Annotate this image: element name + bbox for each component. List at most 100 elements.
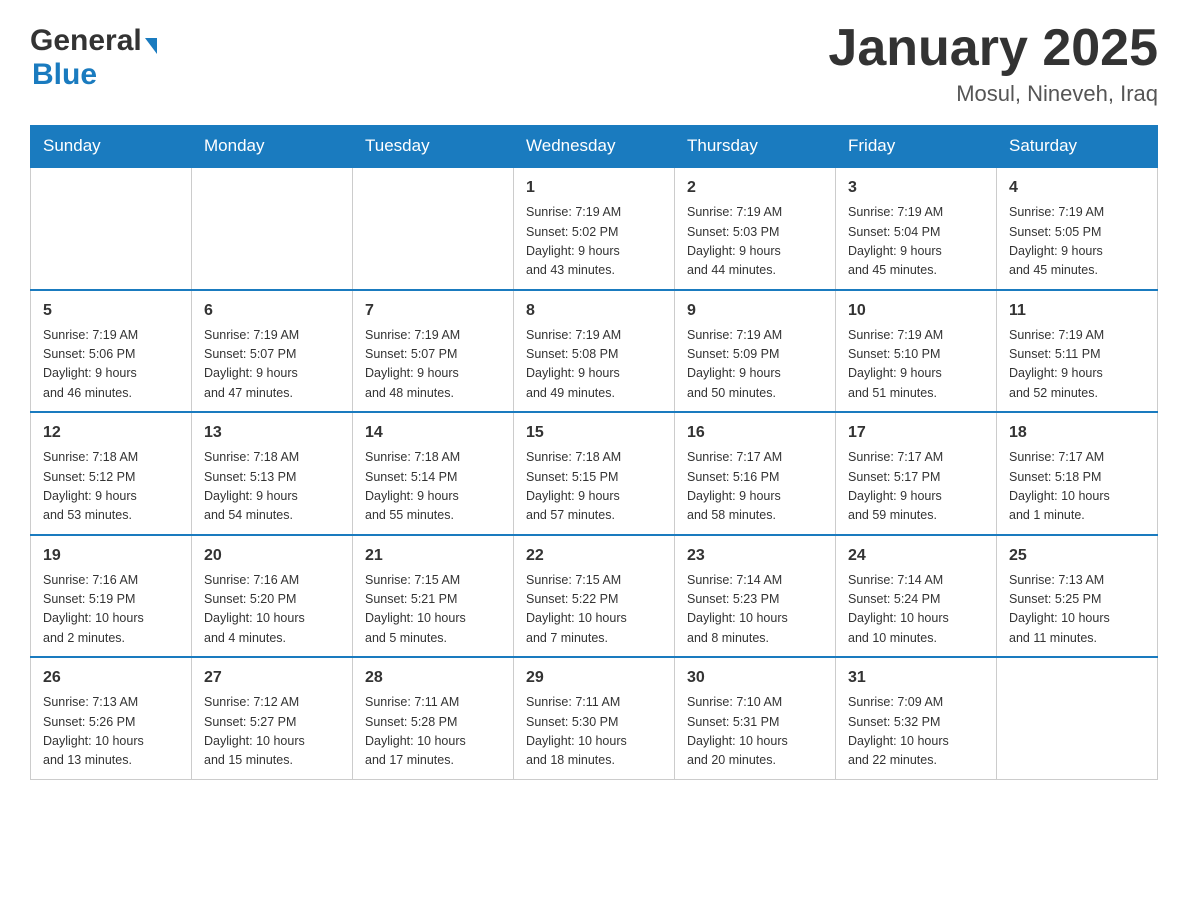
day-number: 17 [848,421,984,445]
day-number: 31 [848,666,984,690]
day-info: Sunrise: 7:19 AM Sunset: 5:03 PM Dayligh… [687,203,823,281]
day-header-monday: Monday [192,126,353,168]
day-number: 29 [526,666,662,690]
calendar-cell: 21 Sunrise: 7:15 AM Sunset: 5:21 PM Dayli… [353,535,514,658]
day-number: 13 [204,421,340,445]
day-number: 4 [1009,176,1145,200]
day-number: 25 [1009,544,1145,568]
day-info: Sunrise: 7:19 AM Sunset: 5:06 PM Dayligh… [43,326,179,404]
day-info: Sunrise: 7:09 AM Sunset: 5:32 PM Dayligh… [848,693,984,771]
day-header-sunday: Sunday [31,126,192,168]
day-number: 24 [848,544,984,568]
day-number: 28 [365,666,501,690]
logo-general-text: General [30,24,142,58]
day-number: 2 [687,176,823,200]
day-info: Sunrise: 7:12 AM Sunset: 5:27 PM Dayligh… [204,693,340,771]
day-number: 18 [1009,421,1145,445]
logo-blue-text: Blue [32,58,97,91]
calendar-week-5: 26 Sunrise: 7:13 AM Sunset: 5:26 PM Dayli… [31,657,1158,779]
calendar-cell: 28 Sunrise: 7:11 AM Sunset: 5:28 PM Dayli… [353,657,514,779]
calendar-cell: 14 Sunrise: 7:18 AM Sunset: 5:14 PM Dayli… [353,412,514,535]
day-number: 20 [204,544,340,568]
day-info: Sunrise: 7:19 AM Sunset: 5:11 PM Dayligh… [1009,326,1145,404]
calendar-cell: 9 Sunrise: 7:19 AM Sunset: 5:09 PM Daylig… [675,290,836,413]
calendar-cell: 13 Sunrise: 7:18 AM Sunset: 5:13 PM Dayli… [192,412,353,535]
logo: General Blue [30,20,157,92]
day-info: Sunrise: 7:19 AM Sunset: 5:02 PM Dayligh… [526,203,662,281]
calendar-cell: 31 Sunrise: 7:09 AM Sunset: 5:32 PM Dayli… [836,657,997,779]
day-info: Sunrise: 7:17 AM Sunset: 5:18 PM Dayligh… [1009,448,1145,526]
day-info: Sunrise: 7:18 AM Sunset: 5:13 PM Dayligh… [204,448,340,526]
day-number: 26 [43,666,179,690]
calendar-week-4: 19 Sunrise: 7:16 AM Sunset: 5:19 PM Dayli… [31,535,1158,658]
day-info: Sunrise: 7:18 AM Sunset: 5:15 PM Dayligh… [526,448,662,526]
day-header-saturday: Saturday [997,126,1158,168]
day-info: Sunrise: 7:19 AM Sunset: 5:08 PM Dayligh… [526,326,662,404]
calendar-cell: 29Sunrise: 7:11 AM Sunset: 5:30 PM Dayli… [514,657,675,779]
day-info: Sunrise: 7:13 AM Sunset: 5:26 PM Dayligh… [43,693,179,771]
calendar-cell: 25 Sunrise: 7:13 AM Sunset: 5:25 PM Dayli… [997,535,1158,658]
day-info: Sunrise: 7:19 AM Sunset: 5:05 PM Dayligh… [1009,203,1145,281]
day-number: 7 [365,299,501,323]
calendar-cell: 15 Sunrise: 7:18 AM Sunset: 5:15 PM Dayli… [514,412,675,535]
day-info: Sunrise: 7:18 AM Sunset: 5:12 PM Dayligh… [43,448,179,526]
calendar-cell: 4 Sunrise: 7:19 AM Sunset: 5:05 PM Daylig… [997,167,1158,290]
location-subtitle: Mosul, Nineveh, Iraq [828,81,1158,107]
day-info: Sunrise: 7:17 AM Sunset: 5:16 PM Dayligh… [687,448,823,526]
day-info: Sunrise: 7:18 AM Sunset: 5:14 PM Dayligh… [365,448,501,526]
calendar-week-1: 1 Sunrise: 7:19 AM Sunset: 5:02 PM Daylig… [31,167,1158,290]
calendar-cell: 12Sunrise: 7:18 AM Sunset: 5:12 PM Dayli… [31,412,192,535]
day-info: Sunrise: 7:16 AM Sunset: 5:20 PM Dayligh… [204,571,340,649]
day-header-friday: Friday [836,126,997,168]
day-number: 22 [526,544,662,568]
day-info: Sunrise: 7:15 AM Sunset: 5:21 PM Dayligh… [365,571,501,649]
day-number: 11 [1009,299,1145,323]
day-info: Sunrise: 7:10 AM Sunset: 5:31 PM Dayligh… [687,693,823,771]
day-number: 10 [848,299,984,323]
day-info: Sunrise: 7:19 AM Sunset: 5:07 PM Dayligh… [204,326,340,404]
calendar-cell [353,167,514,290]
day-number: 8 [526,299,662,323]
calendar-cell [997,657,1158,779]
day-info: Sunrise: 7:15 AM Sunset: 5:22 PM Dayligh… [526,571,662,649]
calendar-cell [192,167,353,290]
day-number: 3 [848,176,984,200]
day-info: Sunrise: 7:16 AM Sunset: 5:19 PM Dayligh… [43,571,179,649]
day-number: 5 [43,299,179,323]
day-number: 27 [204,666,340,690]
calendar-cell: 10 Sunrise: 7:19 AM Sunset: 5:10 PM Dayli… [836,290,997,413]
calendar-cell: 22 Sunrise: 7:15 AM Sunset: 5:22 PM Dayli… [514,535,675,658]
page-header: General Blue January 2025 Mosul, Nineveh… [30,20,1158,107]
day-number: 1 [526,176,662,200]
day-number: 30 [687,666,823,690]
day-number: 15 [526,421,662,445]
day-number: 21 [365,544,501,568]
calendar-cell: 1 Sunrise: 7:19 AM Sunset: 5:02 PM Daylig… [514,167,675,290]
calendar-cell: 24Sunrise: 7:14 AM Sunset: 5:24 PM Dayli… [836,535,997,658]
day-header-thursday: Thursday [675,126,836,168]
calendar-cell: 11 Sunrise: 7:19 AM Sunset: 5:11 PM Dayli… [997,290,1158,413]
day-info: Sunrise: 7:19 AM Sunset: 5:09 PM Dayligh… [687,326,823,404]
calendar-cell: 3 Sunrise: 7:19 AM Sunset: 5:04 PM Daylig… [836,167,997,290]
calendar-cell: 26 Sunrise: 7:13 AM Sunset: 5:26 PM Dayli… [31,657,192,779]
day-info: Sunrise: 7:14 AM Sunset: 5:23 PM Dayligh… [687,571,823,649]
day-number: 16 [687,421,823,445]
calendar-cell: 27 Sunrise: 7:12 AM Sunset: 5:27 PM Dayli… [192,657,353,779]
day-info: Sunrise: 7:19 AM Sunset: 5:10 PM Dayligh… [848,326,984,404]
day-info: Sunrise: 7:19 AM Sunset: 5:07 PM Dayligh… [365,326,501,404]
day-info: Sunrise: 7:13 AM Sunset: 5:25 PM Dayligh… [1009,571,1145,649]
title-area: January 2025 Mosul, Nineveh, Iraq [828,20,1158,107]
calendar-cell: 18 Sunrise: 7:17 AM Sunset: 5:18 PM Dayli… [997,412,1158,535]
day-number: 14 [365,421,501,445]
calendar-header-row: SundayMondayTuesdayWednesdayThursdayFrid… [31,126,1158,168]
calendar-cell: 16 Sunrise: 7:17 AM Sunset: 5:16 PM Dayli… [675,412,836,535]
day-number: 19 [43,544,179,568]
calendar-week-3: 12Sunrise: 7:18 AM Sunset: 5:12 PM Dayli… [31,412,1158,535]
day-header-wednesday: Wednesday [514,126,675,168]
calendar-cell: 23Sunrise: 7:14 AM Sunset: 5:23 PM Dayli… [675,535,836,658]
calendar-cell: 5 Sunrise: 7:19 AM Sunset: 5:06 PM Daylig… [31,290,192,413]
day-info: Sunrise: 7:11 AM Sunset: 5:28 PM Dayligh… [365,693,501,771]
calendar-cell [31,167,192,290]
day-info: Sunrise: 7:19 AM Sunset: 5:04 PM Dayligh… [848,203,984,281]
day-number: 9 [687,299,823,323]
